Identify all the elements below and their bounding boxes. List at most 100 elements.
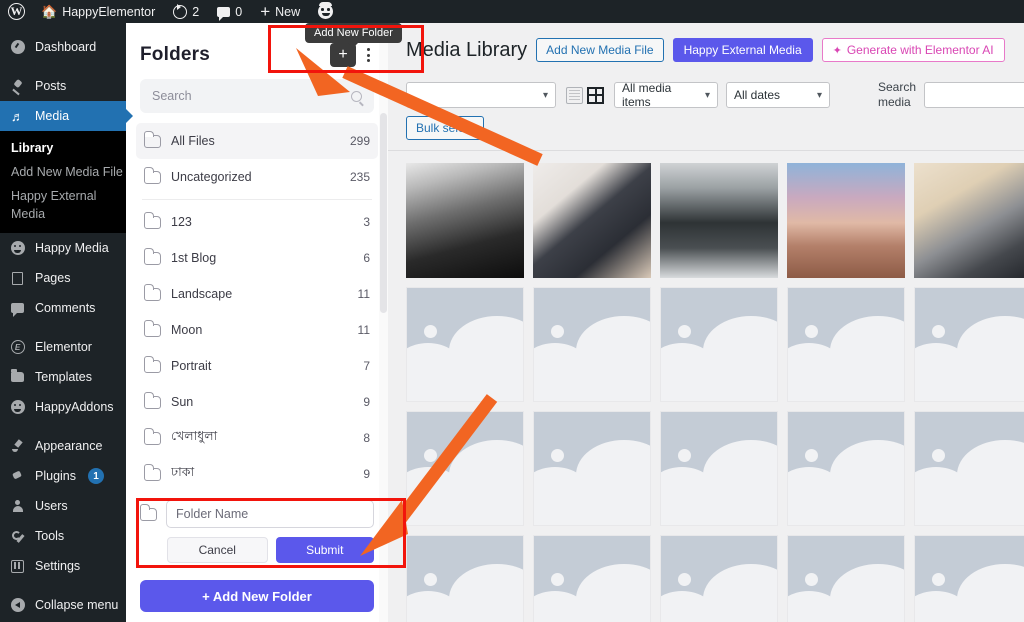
happyaddons-adminbar-button[interactable] [309,0,342,23]
media-item-placeholder[interactable] [914,535,1024,622]
folder-search-box[interactable] [140,79,374,113]
sidebar-item-library[interactable]: Library [0,136,126,160]
bulk-select-row: Bulk select [406,116,1024,140]
happy-external-media-button[interactable]: Happy External Media [672,38,813,62]
media-item-laptop-ssd[interactable] [914,163,1024,278]
wordpress-logo-button[interactable]: W [0,0,32,23]
folders-more-options-button[interactable] [362,48,374,62]
new-folder-name-input[interactable] [166,500,374,528]
sidebar-item-appearance[interactable]: Appearance [0,431,126,461]
submit-button[interactable]: Submit [275,537,374,563]
date-filter-select[interactable]: All dates ▾ [726,82,830,108]
sidebar-label-templates: Templates [35,370,92,384]
folder-row-dhaka[interactable]: ঢাকা 9 [136,456,378,492]
media-item-placeholder[interactable] [660,287,778,402]
media-item-mountain[interactable] [406,163,524,278]
cancel-button[interactable]: Cancel [167,537,268,563]
folder-row-all-files[interactable]: All Files 299 [136,123,378,159]
folder-row-landscape[interactable]: Landscape 11 [136,276,378,312]
media-type-filter-select[interactable]: All media items ▾ [614,81,718,109]
sidebar-item-add-new-media-file[interactable]: Add New Media File [0,160,126,184]
home-icon: 🏠 [41,3,58,19]
chevron-down-icon: ▾ [542,89,548,101]
sidebar-item-collapse-menu[interactable]: Collapse menu [0,590,126,620]
wp-admin-bar: W 🏠 HappyElementor 2 0 + New [0,0,1024,23]
grid-view-icon[interactable] [587,86,604,104]
folder-icon [143,131,161,148]
menu-spacer-1 [0,62,126,71]
folder-search-input[interactable] [152,89,351,103]
media-item-placeholder[interactable] [660,411,778,526]
bulk-select-button[interactable]: Bulk select [406,116,485,140]
media-item-placeholder[interactable] [533,287,651,402]
media-item-placeholder[interactable] [533,411,651,526]
media-item-laptop-desk[interactable] [533,163,651,278]
search-media-label: Search media [878,80,917,109]
sidebar-item-tools[interactable]: Tools [0,521,126,551]
folder-icon [143,464,161,481]
sidebar-item-media[interactable]: ♬ Media [0,101,126,131]
site-name-button[interactable]: 🏠 HappyElementor [32,0,164,23]
folder-name: Moon [171,323,203,337]
sidebar-item-dashboard[interactable]: Dashboard [0,32,126,62]
image-placeholder-icon [406,535,524,622]
pin-icon [9,80,26,93]
sidebar-item-posts[interactable]: Posts [0,71,126,101]
media-item-desert-traveler[interactable] [787,163,905,278]
search-media-input[interactable] [924,82,1024,108]
updates-button[interactable]: 2 [164,0,208,23]
folder-row-sun[interactable]: Sun 9 [136,384,378,420]
folders-panel-scrollbar[interactable] [379,23,388,622]
folder-count: 8 [363,431,370,445]
media-item-placeholder[interactable] [660,535,778,622]
menu-spacer-4 [0,581,126,590]
sidebar-item-pages[interactable]: Pages [0,263,126,293]
media-item-placeholder[interactable] [533,535,651,622]
generate-with-elementor-ai-button[interactable]: ✦ Generate with Elementor AI [821,38,1005,62]
media-item-placeholder[interactable] [914,411,1024,526]
sidebar-item-settings[interactable]: Settings [0,551,126,581]
comments-button[interactable]: 0 [208,0,251,23]
folder-row-123[interactable]: 123 3 [136,204,378,240]
media-item-placeholder[interactable] [406,411,524,526]
folder-name: খেলাধুলা [171,429,218,443]
folder-name: Portrait [171,359,212,373]
wp-admin-sidebar: Dashboard Posts ♬ Media Library Add New … [0,23,126,622]
image-placeholder-icon [660,287,778,402]
folder-row-khelaDhula[interactable]: খেলাধুলা 8 [136,420,378,456]
media-item-placeholder[interactable] [914,287,1024,402]
elementor-icon: E [9,340,26,354]
templates-icon [9,369,26,382]
media-item-placeholder[interactable] [787,287,905,402]
sidebar-item-happyaddons[interactable]: HappyAddons [0,392,126,422]
folder-row-portrait[interactable]: Portrait 7 [136,348,378,384]
wordpress-logo-icon: W [8,3,25,20]
add-new-media-file-button[interactable]: Add New Media File [536,38,664,62]
users-icon [9,499,26,513]
new-content-button[interactable]: + New [251,0,309,23]
sidebar-item-plugins[interactable]: Plugins 1 [0,461,126,491]
sidebar-item-happy-external-media[interactable]: Happy External Media [0,184,126,226]
folder-count: 235 [349,170,370,184]
folder-filter-select[interactable]: ▾ [406,82,556,108]
image-placeholder-icon [787,411,905,526]
media-item-placeholder[interactable] [406,535,524,622]
media-item-placeholder[interactable] [787,411,905,526]
date-filter-value: All dates [734,88,781,102]
folder-row-moon[interactable]: Moon 11 [136,312,378,348]
updates-count: 2 [192,4,200,19]
sidebar-item-comments[interactable]: Comments [0,293,126,323]
sidebar-item-templates[interactable]: Templates [0,362,126,392]
folder-row-1st-blog[interactable]: 1st Blog 6 [136,240,378,276]
media-item-placeholder[interactable] [787,535,905,622]
sidebar-item-elementor[interactable]: E Elementor [0,332,126,362]
list-view-icon[interactable] [566,86,583,104]
sidebar-label-plugins: Plugins [35,469,76,483]
media-item-placeholder[interactable] [406,287,524,402]
add-new-folder-button[interactable]: + Add New Folder [140,580,374,612]
folder-row-uncategorized[interactable]: Uncategorized 235 [136,159,378,195]
media-item-hongkong-street[interactable] [660,163,778,278]
sidebar-item-users[interactable]: Users [0,491,126,521]
scrollbar-thumb[interactable] [380,113,387,313]
sidebar-item-happy-media[interactable]: Happy Media [0,233,126,263]
